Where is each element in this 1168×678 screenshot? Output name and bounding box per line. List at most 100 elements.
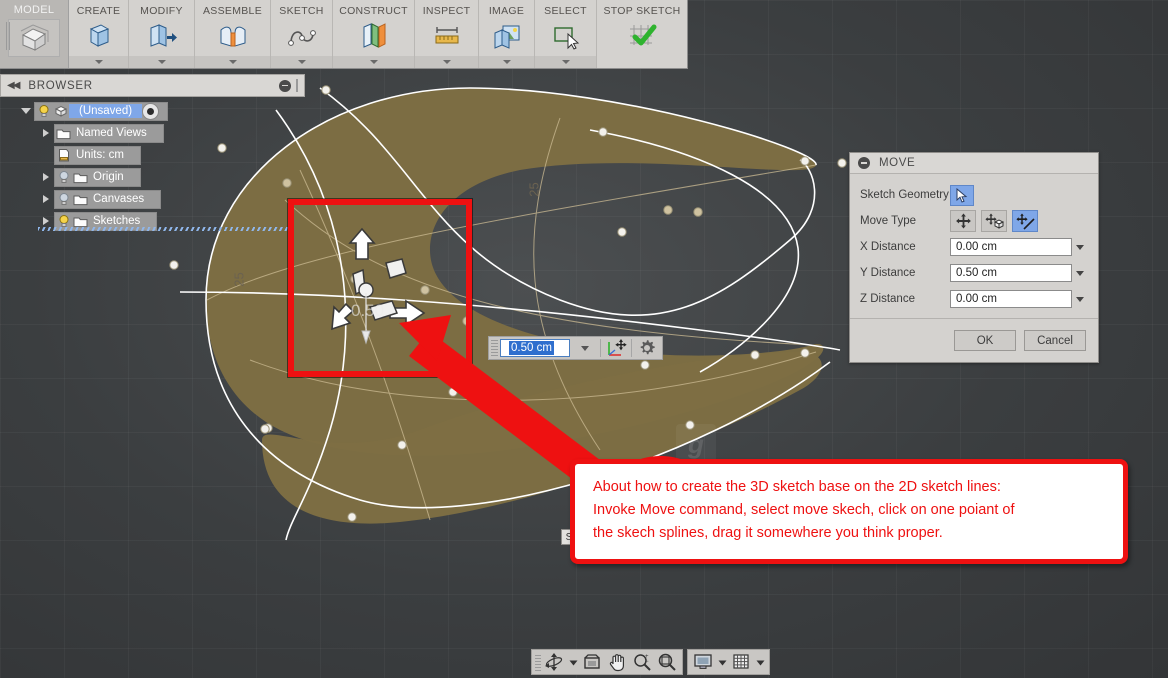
move-object-icon[interactable]	[981, 210, 1007, 232]
expander-down-icon[interactable]	[18, 108, 34, 114]
viewport-dimension-label: 25	[526, 182, 542, 197]
ribbon-panel-construct[interactable]: CONSTRUCT	[333, 0, 415, 68]
browser-node-unsaved[interactable]: (Unsaved)	[0, 100, 300, 122]
assemble-joint-icon[interactable]	[217, 20, 249, 52]
mouse-cursor-icon[interactable]	[950, 184, 974, 206]
ribbon-panel-modify-label: MODIFY	[140, 5, 183, 17]
pan-hand-icon[interactable]	[605, 651, 629, 673]
expander-right-icon[interactable]	[38, 217, 54, 225]
ribbon-panel-sketch-label: SKETCH	[279, 5, 324, 17]
manipulator-arrow-down-left	[331, 302, 355, 331]
navbar-group-display[interactable]	[687, 649, 770, 675]
browser-node-named-views[interactable]: Named Views	[0, 122, 300, 144]
image-capture-icon[interactable]	[491, 20, 523, 52]
display-settings-icon[interactable]	[691, 651, 715, 673]
ribbon-panel-sketch-dropdown[interactable]	[271, 56, 332, 68]
browser-node-units[interactable]: Units: cm	[0, 144, 300, 166]
ribbon-panel-stop-sketch[interactable]: STOP SKETCH	[597, 0, 687, 68]
move-along-line-icon[interactable]	[1012, 210, 1038, 232]
browser-node-canvases[interactable]: Canvases	[0, 188, 300, 210]
browser-panel-header[interactable]: ◀◀ BROWSER	[0, 74, 305, 97]
spline-icon[interactable]	[285, 20, 319, 52]
row-y-distance: Y Distance 0.50 cm	[860, 260, 1088, 286]
folder-icon	[55, 125, 72, 142]
ribbon-panel-select-dropdown[interactable]	[535, 56, 596, 68]
browser-node-label: Sketches	[93, 215, 141, 227]
orbit-dropdown-caret-icon[interactable]	[567, 659, 579, 666]
ribbon-panel-assemble[interactable]: ASSEMBLE	[195, 0, 271, 68]
ribbon-panel-create-dropdown[interactable]	[69, 56, 128, 68]
chevron-down-icon[interactable]	[1072, 243, 1088, 251]
document-cube-icon	[52, 103, 69, 120]
browser-node-origin[interactable]: Origin	[0, 166, 300, 188]
view-navigation-bar[interactable]: + −	[531, 649, 770, 675]
browser-node-label: Named Views	[76, 127, 147, 139]
ribbon-tab-model[interactable]: MODEL	[0, 0, 69, 68]
row-x-distance: X Distance 0.00 cm	[860, 234, 1088, 260]
browser-tree[interactable]: (Unsaved) Named Views Units: cm Origin C…	[0, 100, 300, 232]
manipulator-distance-readout: 0.50	[351, 301, 385, 320]
ribbon-panel-sketch[interactable]: SKETCH	[271, 0, 333, 68]
orbit-icon[interactable]	[542, 651, 566, 673]
measure-ruler-icon[interactable]	[431, 20, 463, 52]
browser-title: BROWSER	[28, 79, 93, 92]
expander-right-icon[interactable]	[38, 129, 54, 137]
expander-right-icon[interactable]	[38, 173, 54, 181]
ribbon-grip	[6, 22, 10, 50]
chevron-down-icon[interactable]	[1072, 295, 1088, 303]
modify-press-pull-icon[interactable]	[146, 20, 178, 52]
free-move-icon[interactable]	[950, 210, 976, 232]
lightbulb-on-icon[interactable]	[35, 103, 52, 120]
browser-node-label: (Unsaved)	[69, 104, 143, 118]
select-window-icon[interactable]	[550, 20, 582, 52]
box-create-icon[interactable]	[84, 20, 114, 52]
ribbon-panel-image-label: IMAGE	[488, 5, 525, 17]
zoom-plusminus-icon[interactable]: + −	[630, 651, 654, 673]
ribbon-panel-modify[interactable]: MODIFY	[129, 0, 195, 68]
double-chevron-left-icon[interactable]: ◀◀	[7, 80, 20, 91]
ribbon-panel-assemble-dropdown[interactable]	[195, 56, 270, 68]
ribbon-panel-image[interactable]: IMAGE	[479, 0, 535, 68]
ribbon-panel-create[interactable]: CREATE	[69, 0, 129, 68]
grid-dropdown-caret-icon[interactable]	[754, 659, 766, 666]
move-command-dialog[interactable]: MOVE Sketch Geometry Move Type X Distanc…	[849, 152, 1099, 363]
move-dialog-titlebar[interactable]: MOVE	[850, 153, 1098, 174]
zoom-fit-icon[interactable]	[655, 651, 679, 673]
ok-button[interactable]: OK	[954, 330, 1016, 351]
chevron-down-icon[interactable]	[1072, 269, 1088, 277]
lightbulb-off-icon[interactable]	[55, 169, 72, 186]
navbar-grip[interactable]	[535, 653, 541, 671]
lightbulb-off-icon[interactable]	[55, 191, 72, 208]
sketch-active-underline	[38, 227, 294, 231]
construct-plane-icon[interactable]	[358, 20, 390, 52]
y-distance-input[interactable]: 0.50 cm	[950, 264, 1072, 282]
display-dropdown-caret-icon[interactable]	[716, 659, 728, 666]
ribbon-panel-select-label: SELECT	[544, 5, 587, 17]
ribbon-toolbar[interactable]: MODEL CREATE MODIFY ASSEMBLE SKETCH CONS…	[0, 0, 688, 69]
expander-right-icon[interactable]	[38, 195, 54, 203]
ribbon-panel-construct-dropdown[interactable]	[333, 56, 414, 68]
visibility-radio-icon[interactable]	[142, 102, 160, 120]
navbar-group-view-tools[interactable]: + −	[531, 649, 683, 675]
cancel-button[interactable]: Cancel	[1024, 330, 1086, 351]
circle-minus-icon[interactable]	[279, 79, 291, 92]
look-at-icon[interactable]	[580, 651, 604, 673]
circle-minus-icon[interactable]	[858, 157, 870, 169]
browser-node-label: Canvases	[93, 193, 145, 205]
viewport-dimension-label-2: 25	[231, 272, 247, 287]
x-distance-input[interactable]: 0.00 cm	[950, 238, 1072, 256]
z-distance-input[interactable]: 0.00 cm	[950, 290, 1072, 308]
ribbon-panel-create-label: CREATE	[76, 5, 121, 17]
x-distance-label: X Distance	[860, 241, 916, 253]
ribbon-panel-image-dropdown[interactable]	[479, 56, 534, 68]
panel-resize-handle[interactable]	[296, 79, 298, 92]
ribbon-panel-inspect[interactable]: INSPECT	[415, 0, 479, 68]
callout-line-1: About how to create the 3D sketch base o…	[593, 479, 1001, 495]
ribbon-panel-modify-dropdown[interactable]	[129, 56, 194, 68]
grid-snap-icon[interactable]	[729, 651, 753, 673]
browser-node-sketches[interactable]: Sketches	[0, 210, 300, 232]
ribbon-panel-select[interactable]: SELECT	[535, 0, 597, 68]
ribbon-panel-inspect-dropdown[interactable]	[415, 56, 478, 68]
green-check-grid-icon[interactable]	[625, 20, 659, 52]
browser-node-label: Units: cm	[76, 149, 124, 161]
